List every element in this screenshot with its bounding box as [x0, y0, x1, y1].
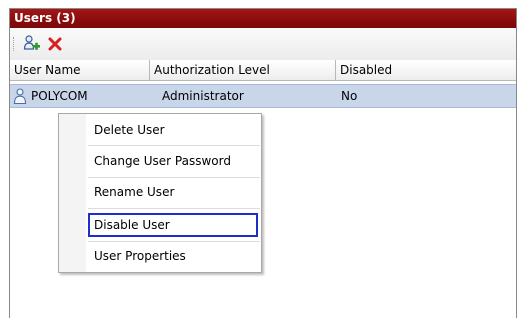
- menu-separator: [88, 145, 260, 146]
- context-menu: Delete User Change User Password Rename …: [58, 113, 262, 273]
- column-header-authorization-level[interactable]: Authorization Level: [150, 60, 336, 80]
- table-header: User Name Authorization Level Disabled: [10, 60, 516, 81]
- menu-item-rename-user[interactable]: Rename User: [88, 180, 258, 204]
- add-user-icon: [23, 35, 40, 50]
- menu-separator: [88, 177, 260, 178]
- menu-item-disable-user[interactable]: Disable User: [88, 213, 258, 237]
- cell-user-name: POLYCOM: [31, 89, 88, 103]
- menu-item-delete-user[interactable]: Delete User: [88, 118, 258, 142]
- menu-gutter: [59, 114, 86, 272]
- column-header-disabled[interactable]: Disabled: [336, 60, 516, 80]
- column-header-user-name[interactable]: User Name: [10, 60, 150, 80]
- user-icon: [13, 88, 27, 105]
- delete-user-button[interactable]: [45, 34, 65, 54]
- menu-separator: [88, 208, 260, 209]
- menu-separator: [88, 241, 260, 242]
- panel-title: Users (3): [10, 9, 516, 28]
- add-user-button[interactable]: [22, 34, 42, 54]
- menu-item-user-properties[interactable]: User Properties: [88, 244, 258, 268]
- delete-x-icon: [48, 37, 62, 51]
- menu-item-change-user-password[interactable]: Change User Password: [88, 149, 258, 173]
- table-row[interactable]: POLYCOM Administrator No: [10, 84, 516, 108]
- cell-disabled: No: [341, 89, 358, 103]
- cell-authorization-level: Administrator: [162, 89, 244, 103]
- toolbar: [10, 28, 516, 61]
- toolbar-grip: [13, 37, 17, 51]
